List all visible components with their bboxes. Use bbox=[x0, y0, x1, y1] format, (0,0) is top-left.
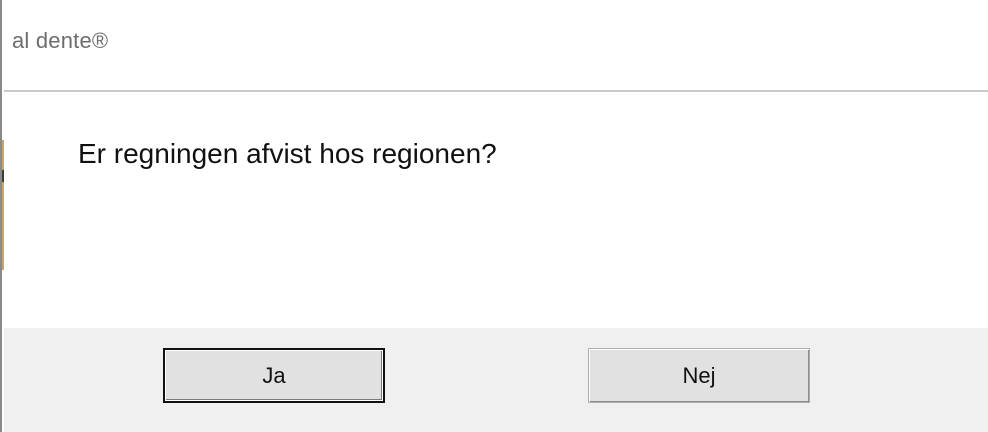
no-button[interactable]: Nej bbox=[588, 348, 810, 403]
title-bar[interactable]: al dente® bbox=[4, 0, 988, 92]
message-area: Er regningen afvist hos regionen? bbox=[4, 92, 988, 328]
yes-button[interactable]: Ja bbox=[163, 348, 385, 403]
confirm-dialog: al dente® Er regningen afvist hos region… bbox=[0, 0, 988, 432]
button-bar: Ja Nej bbox=[4, 328, 988, 432]
dialog-message: Er regningen afvist hos regionen? bbox=[78, 138, 497, 169]
window-title: al dente® bbox=[12, 28, 109, 53]
